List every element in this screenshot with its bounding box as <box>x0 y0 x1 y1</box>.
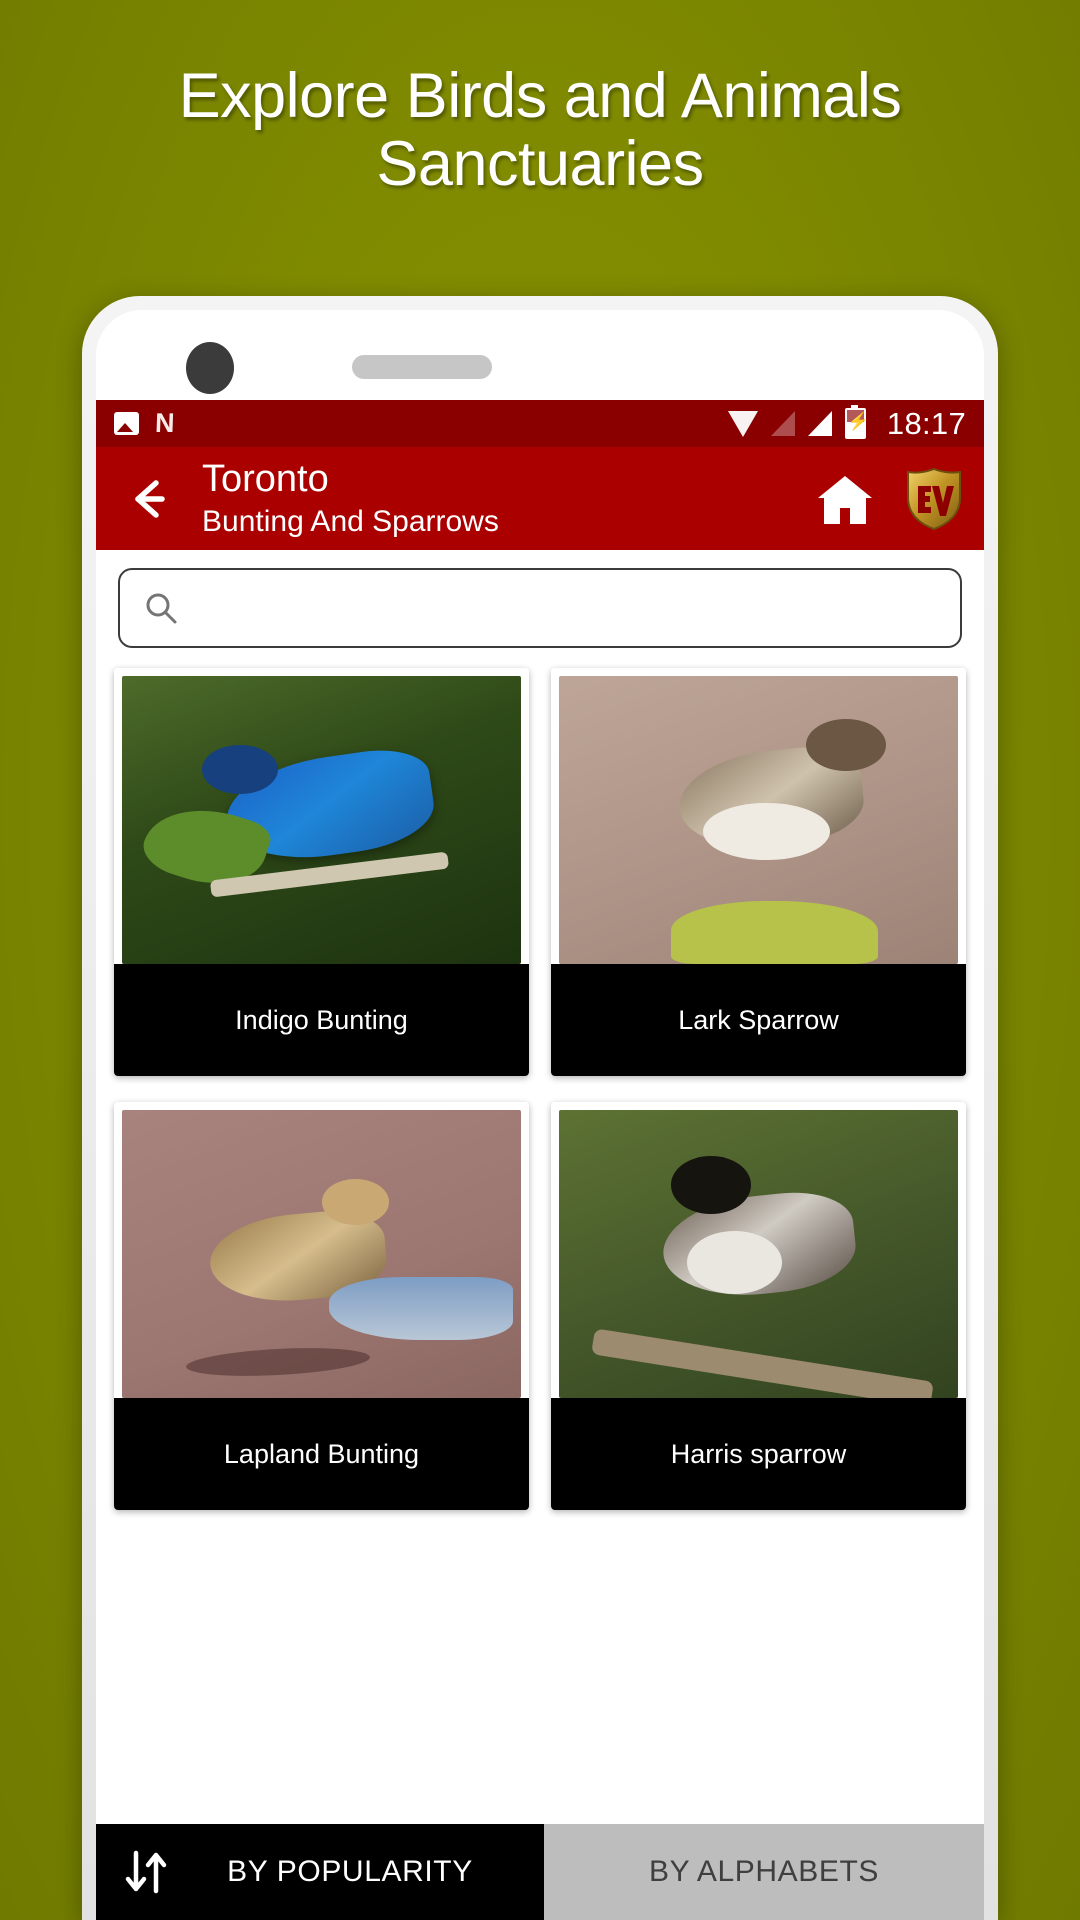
list-item[interactable]: Harris sparrow <box>551 1102 966 1510</box>
sort-updown-arrows-icon <box>118 1843 176 1901</box>
wifi-icon <box>727 410 758 437</box>
indigo-bunting-photo <box>122 676 521 964</box>
lapland-bunting-photo <box>122 1110 521 1398</box>
page-title: Toronto <box>202 457 329 500</box>
app-bar: Toronto Bunting And Sparrows <box>96 447 984 550</box>
card-title: Harris sparrow <box>551 1398 966 1510</box>
battery-charging-icon <box>844 405 869 439</box>
back-arrow-icon[interactable] <box>122 471 178 527</box>
list-item[interactable]: Lapland Bunting <box>114 1102 529 1510</box>
search-input[interactable] <box>194 591 936 625</box>
promo-stage: Explore Birds and Animals Sanctuaries N <box>0 0 1080 1920</box>
search-icon <box>144 591 178 625</box>
harris-sparrow-photo <box>559 1110 958 1398</box>
home-icon[interactable] <box>816 472 874 526</box>
sort-by-popularity-label: BY POPULARITY <box>227 1855 473 1888</box>
list-item[interactable]: Lark Sparrow <box>551 668 966 1076</box>
status-bar-clock: 18:17 <box>886 405 966 441</box>
lark-sparrow-photo <box>559 676 958 964</box>
signal-empty-icon <box>770 411 795 436</box>
card-title: Indigo Bunting <box>114 964 529 1076</box>
search-box[interactable] <box>118 568 962 648</box>
sort-bar: BY POPULARITY BY ALPHABETS <box>96 1824 984 1920</box>
sort-by-alphabets-button[interactable]: BY ALPHABETS <box>544 1824 984 1920</box>
app-logo-ev-shield[interactable] <box>906 467 962 530</box>
search-section <box>96 550 984 662</box>
card-title: Lark Sparrow <box>551 964 966 1076</box>
bird-card-grid: Indigo Bunting Lark Sparrow Lapland Bunt… <box>96 662 984 1510</box>
app-bar-actions <box>816 467 962 530</box>
netflix-icon: N <box>154 408 176 438</box>
phone-frame: N 18:17 <box>82 296 998 1920</box>
page-subtitle: Bunting And Sparrows <box>202 504 499 538</box>
promo-headline: Explore Birds and Animals Sanctuaries <box>178 61 902 200</box>
photo-icon <box>114 412 139 435</box>
earpiece-speaker <box>352 355 492 379</box>
status-bar-right-icons: 18:17 <box>727 405 966 442</box>
list-item[interactable]: Indigo Bunting <box>114 668 529 1076</box>
app-bar-titles: Toronto Bunting And Sparrows <box>202 456 499 542</box>
sort-by-popularity-button[interactable]: BY POPULARITY <box>96 1824 544 1920</box>
app-screen: N 18:17 <box>96 400 984 1920</box>
signal-full-icon <box>807 411 832 436</box>
front-camera-icon <box>186 342 234 394</box>
phone-screen-bezel: N 18:17 <box>96 310 984 1920</box>
sort-by-alphabets-label: BY ALPHABETS <box>648 1855 880 1888</box>
status-bar-left-icons: N <box>114 408 176 438</box>
status-bar: N 18:17 <box>96 400 984 447</box>
phone-notch-bar <box>96 310 984 400</box>
card-title: Lapland Bunting <box>114 1398 529 1510</box>
